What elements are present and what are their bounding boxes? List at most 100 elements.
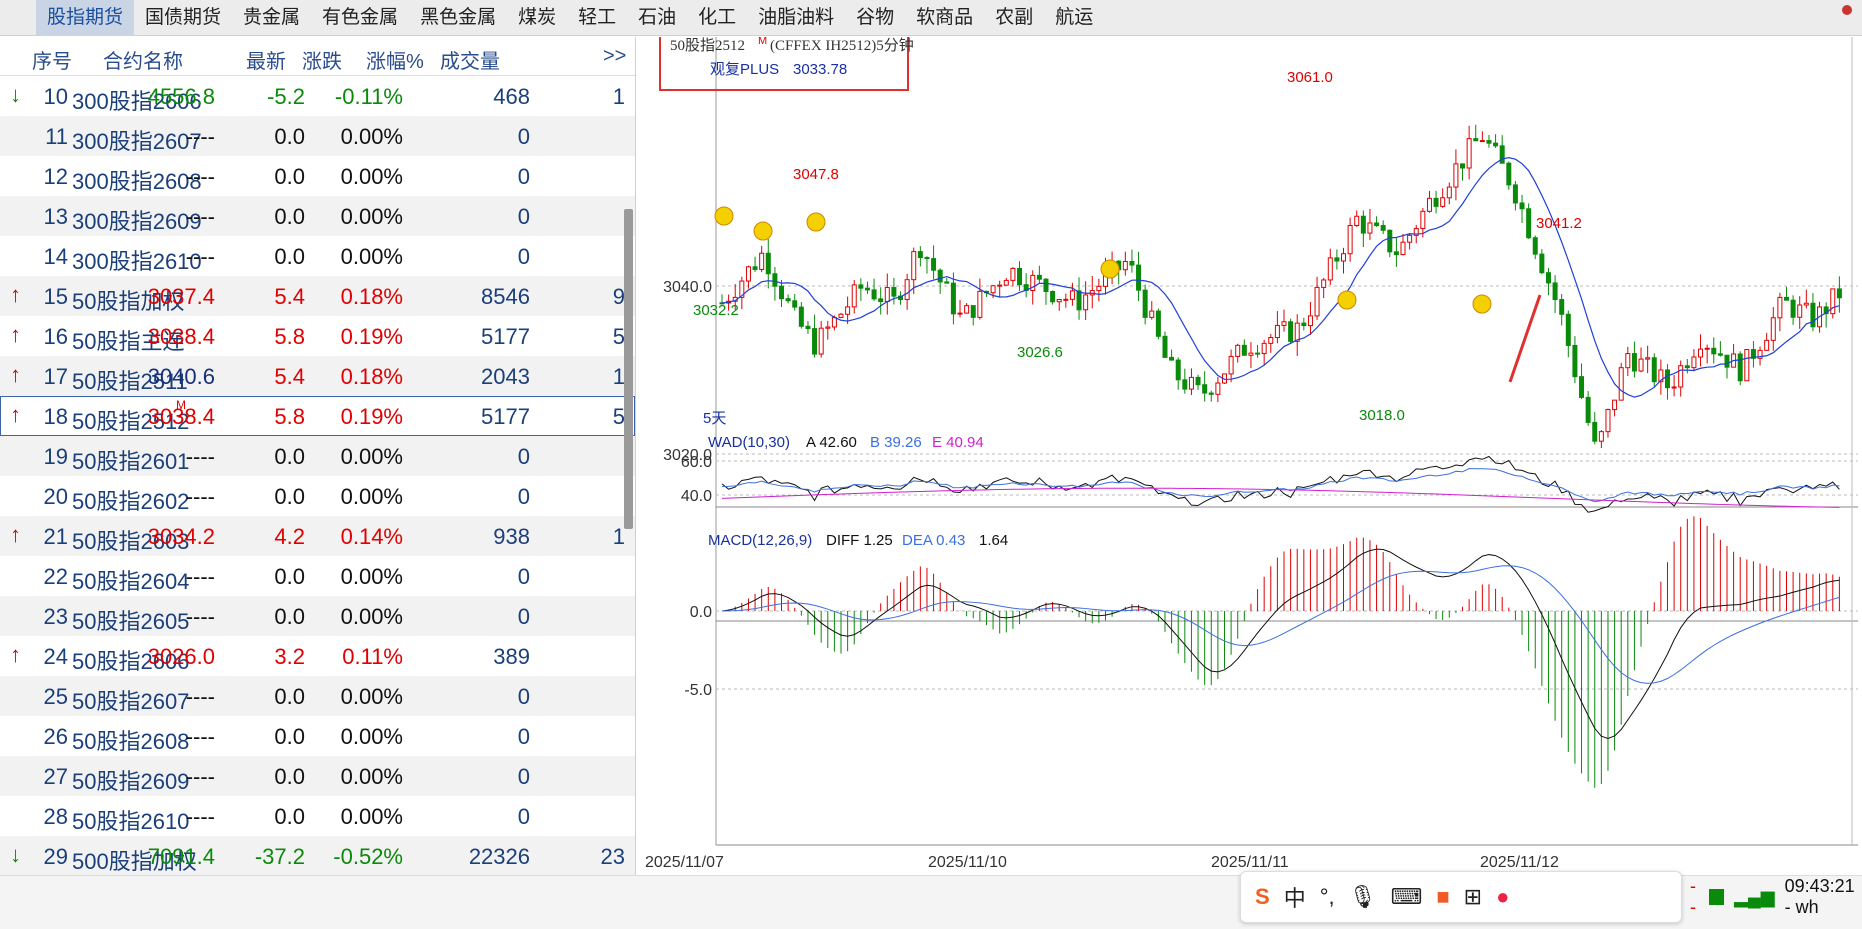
row-index: 29 xyxy=(43,844,68,869)
quote-row[interactable]: 23 50股指2605 ---- 0.0 0.00% 0 xyxy=(0,596,635,636)
tab-7[interactable]: 石油 xyxy=(627,0,687,36)
mascot-icon[interactable]: ● xyxy=(1496,884,1509,910)
contract-name: 50股指2601 xyxy=(72,449,190,474)
quote-row[interactable]: 28 50股指2610 ---- 0.0 0.00% 0 xyxy=(0,796,635,836)
quote-row[interactable]: 22 50股指2604 ---- 0.0 0.00% 0 xyxy=(0,556,635,596)
tab-9[interactable]: 油脂油料 xyxy=(747,0,845,36)
header-change-pct[interactable]: 涨幅% xyxy=(366,45,424,74)
candle-up xyxy=(1274,324,1280,339)
header-index[interactable]: 序号 xyxy=(32,45,72,74)
candle-down xyxy=(1512,184,1518,204)
candle-down xyxy=(1486,140,1492,144)
tab-2[interactable]: 贵金属 xyxy=(232,0,311,36)
quote-row[interactable]: 13 300股指2609 ---- 0.0 0.00% 0 xyxy=(0,196,635,236)
quote-row[interactable]: ↑ 18 50股指2512 3038.4 5.8 0.19% 5177 5 M xyxy=(0,396,635,436)
last-price: 3038.4 xyxy=(147,324,215,349)
tab-8[interactable]: 化工 xyxy=(687,0,747,36)
microphone-icon[interactable]: 🎙 xyxy=(1349,884,1377,910)
last-price: ---- xyxy=(185,604,215,629)
contract-name: 50股指2609 xyxy=(72,769,190,794)
clock-readout: 09:43:21 - wh xyxy=(1784,876,1855,917)
quote-row[interactable]: 11 300股指2607 ---- 0.0 0.00% 0 xyxy=(0,116,635,156)
candle-down xyxy=(1374,222,1380,227)
last-price: ---- xyxy=(185,244,215,269)
price-change-pct: 0.00% xyxy=(340,244,403,269)
wad-b-value: B 39.26 xyxy=(870,434,922,451)
candle-up xyxy=(1228,355,1234,375)
contract-detail: (CFFEX IH2512)5分钟 xyxy=(770,37,914,54)
trend-arrow-icon: ↑ xyxy=(10,522,21,547)
open-interest: 1 xyxy=(612,524,625,549)
candle-down xyxy=(1724,354,1730,368)
candle-down xyxy=(937,269,943,283)
candle-up xyxy=(1704,347,1710,350)
price-change-pct: 0.00% xyxy=(340,204,403,229)
header-volume[interactable]: 成交量 xyxy=(440,45,500,74)
signal-smiley-icon xyxy=(753,221,773,241)
quote-row[interactable]: 12 300股指2608 ---- 0.0 0.00% 0 xyxy=(0,156,635,196)
candle-down xyxy=(1473,138,1479,142)
price-change: 0.0 xyxy=(274,604,305,629)
candle-down xyxy=(970,305,976,318)
quote-row[interactable]: 25 50股指2607 ---- 0.0 0.00% 0 xyxy=(0,676,635,716)
header-contract-name[interactable]: 合约名称 xyxy=(103,45,183,74)
price-change: 5.4 xyxy=(274,364,305,389)
quote-row[interactable]: 26 50股指2608 ---- 0.0 0.00% 0 xyxy=(0,716,635,756)
keyboard-icon[interactable]: ⌨ xyxy=(1391,884,1423,910)
quote-row[interactable]: ↓ 29 500股指加权 7091.4 -37.2 -0.52% 22326 23 xyxy=(0,836,635,875)
quote-row[interactable]: 27 50股指2609 ---- 0.0 0.00% 0 xyxy=(0,756,635,796)
candle-up xyxy=(1671,386,1677,389)
contract-name: 50股指2604 xyxy=(72,569,190,594)
tab-3[interactable]: 有色金属 xyxy=(311,0,409,36)
tab-4[interactable]: 黑色金属 xyxy=(409,0,507,36)
candle-down xyxy=(1717,353,1723,356)
candle-up xyxy=(1440,197,1446,207)
candle-up xyxy=(990,285,996,294)
kline-chart[interactable]: 3040.03020.03061.03047.83041.23032.23026… xyxy=(640,37,1862,875)
ime-chinese-mode[interactable]: 中 xyxy=(1284,881,1306,913)
quote-row[interactable]: ↑ 16 50股指主连 3038.4 5.8 0.19% 5177 5 xyxy=(0,316,635,356)
main-contract-badge: M xyxy=(758,37,767,47)
tab-13[interactable]: 航运 xyxy=(1044,0,1104,36)
signal-smiley-icon xyxy=(806,212,826,232)
candle-up xyxy=(838,313,844,318)
sogou-logo-icon[interactable]: S xyxy=(1255,884,1270,910)
candle-up xyxy=(1691,356,1697,369)
tab-6[interactable]: 轻工 xyxy=(567,0,627,36)
candle-up xyxy=(911,251,917,281)
indicator-value: 3033.78 xyxy=(793,61,847,78)
quote-row[interactable]: ↑ 21 50股指2603 3034.2 4.2 0.14% 938 1 xyxy=(0,516,635,556)
price-change: 0.0 xyxy=(274,684,305,709)
quote-row[interactable]: ↑ 15 50股指加权 3037.4 5.4 0.18% 8546 9 xyxy=(0,276,635,316)
candle-down xyxy=(924,257,930,260)
tab-10[interactable]: 谷物 xyxy=(845,0,905,36)
quote-row[interactable]: ↑ 17 50股指2511 3040.6 5.4 0.18% 2043 1 xyxy=(0,356,635,396)
candle-up xyxy=(1268,337,1274,344)
candle-down xyxy=(779,285,785,300)
last-price: ---- xyxy=(185,564,215,589)
last-price: 3037.4 xyxy=(147,284,215,309)
quote-row[interactable]: ↓ 10 300股指2606 4556.8 -5.2 -0.11% 468 1 xyxy=(0,76,635,116)
tab-0[interactable]: 股指期货 xyxy=(36,0,135,36)
quote-row[interactable]: 20 50股指2602 ---- 0.0 0.00% 0 xyxy=(0,476,635,516)
toolbox-icon[interactable]: ⊞ xyxy=(1464,884,1482,910)
quote-row[interactable]: ↑ 24 50股指2606 3026.0 3.2 0.11% 389 xyxy=(0,636,635,676)
price-change: 3.2 xyxy=(274,644,305,669)
last-price: ---- xyxy=(185,764,215,789)
quote-list-scrollbar[interactable] xyxy=(624,209,633,529)
quote-row[interactable]: 14 300股指2610 ---- 0.0 0.00% 0 xyxy=(0,236,635,276)
tab-11[interactable]: 软商品 xyxy=(905,0,984,36)
header-last-price[interactable]: 最新 xyxy=(246,45,286,74)
candle-up xyxy=(1069,290,1075,300)
tab-12[interactable]: 农副 xyxy=(984,0,1044,36)
contract-name: 50股指2608 xyxy=(72,729,190,754)
header-more-button[interactable]: >> xyxy=(603,45,626,68)
candle-up xyxy=(1400,241,1406,256)
quote-row[interactable]: 19 50股指2601 ---- 0.0 0.00% 0 xyxy=(0,436,635,476)
macd-histogram-value: 1.64 xyxy=(979,532,1008,549)
tab-5[interactable]: 煤炭 xyxy=(507,0,567,36)
tab-1[interactable]: 国债期货 xyxy=(134,0,232,36)
header-change[interactable]: 涨跌 xyxy=(302,45,342,74)
ime-punctuation[interactable]: °, xyxy=(1320,884,1335,910)
skin-icon[interactable]: ■ xyxy=(1436,884,1449,910)
